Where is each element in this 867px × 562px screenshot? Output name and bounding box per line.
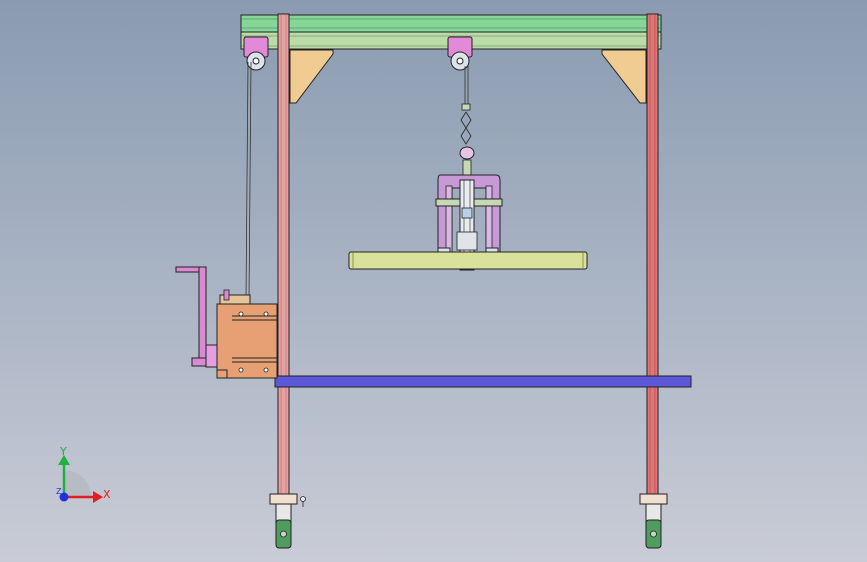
right-column[interactable] — [646, 13, 659, 495]
gantry-crane-model[interactable]: Y X Z — [0, 0, 867, 562]
cad-viewport[interactable]: Y X Z — [0, 0, 867, 562]
orientation-triad[interactable]: Y X Z — [56, 445, 111, 503]
bolt-icon — [300, 496, 306, 507]
winch-cable — [248, 61, 252, 301]
left-gusset — [289, 49, 334, 104]
winch-assembly[interactable] — [175, 266, 278, 379]
y-axis-label: Y — [59, 445, 67, 458]
ground-rail[interactable] — [274, 375, 692, 388]
x-axis-label: X — [103, 488, 111, 501]
left-column[interactable] — [277, 13, 290, 495]
triad-plane — [64, 470, 91, 497]
z-axis-label: Z — [56, 487, 62, 496]
caster-wheel-icon[interactable] — [639, 493, 668, 549]
chain-hook-icon — [460, 66, 472, 145]
winch-cable — [245, 61, 249, 301]
winch-drum-icon — [219, 289, 251, 306]
right-gusset — [601, 49, 647, 104]
pulley-icon[interactable] — [447, 36, 473, 71]
caster-wheel-icon[interactable] — [269, 493, 298, 549]
lifting-bar[interactable] — [348, 251, 588, 270]
top-beam[interactable] — [240, 14, 662, 33]
